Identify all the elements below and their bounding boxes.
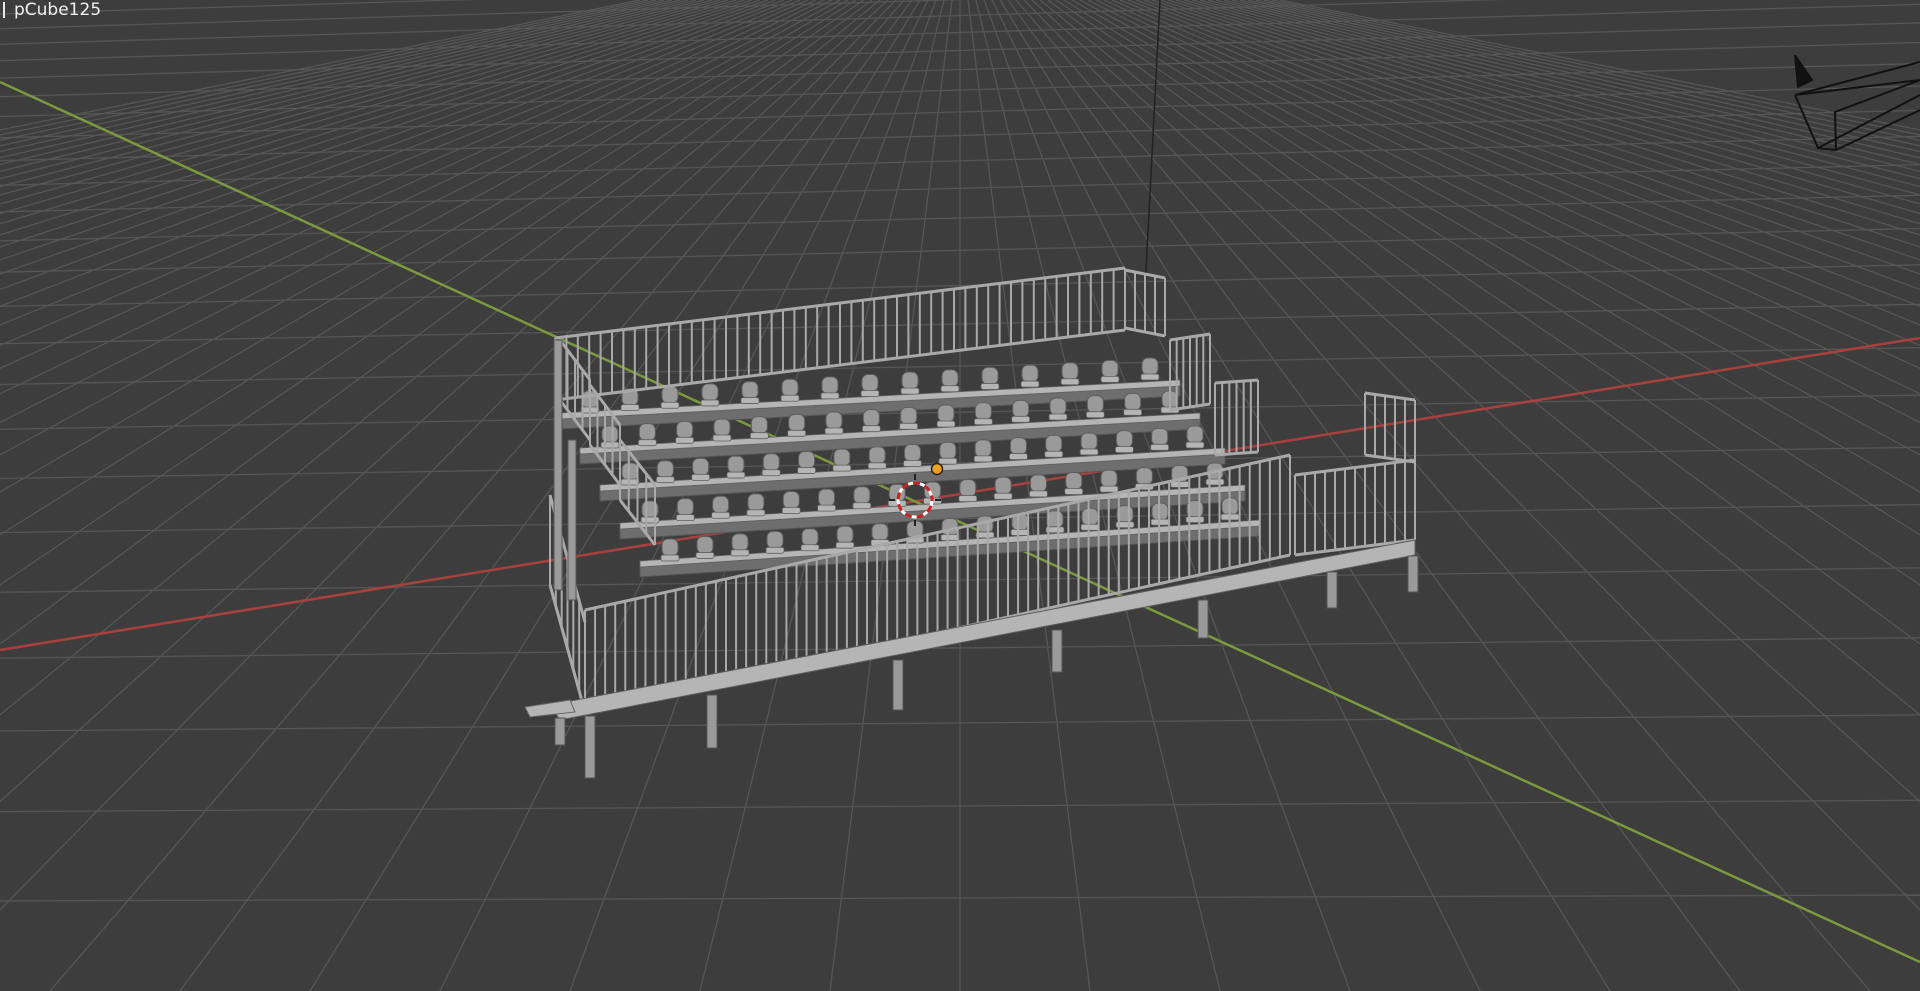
grid-line [0, 0, 705, 180]
grid-line [0, 0, 833, 424]
seat [692, 457, 710, 476]
seat [781, 378, 799, 397]
grid-line [1199, 0, 1920, 196]
grid-line [0, 0, 857, 536]
railing [1169, 332, 1211, 412]
seat [901, 371, 919, 390]
seat [853, 486, 871, 505]
seat [825, 411, 843, 430]
seat [1151, 427, 1169, 446]
seat [1012, 399, 1030, 418]
seat [676, 498, 694, 517]
seat [1186, 425, 1204, 444]
seat [937, 404, 955, 423]
seat [788, 413, 806, 432]
seat [862, 409, 880, 428]
seat [1101, 359, 1119, 378]
grid-line [1175, 0, 1920, 225]
grid-line [0, 0, 641, 131]
seat [801, 528, 819, 547]
seat [1100, 469, 1118, 488]
railing [1124, 268, 1166, 338]
seat [747, 493, 765, 512]
seat [818, 488, 836, 507]
label-divider [3, 2, 5, 18]
support-leg [1051, 629, 1063, 673]
seat [939, 441, 957, 460]
support-leg [1326, 571, 1338, 609]
seat [762, 453, 780, 472]
3d-viewport[interactable] [0, 0, 1920, 991]
seat [727, 455, 745, 474]
grid-line [0, 0, 849, 493]
seat [1065, 472, 1083, 490]
support-leg [706, 694, 718, 749]
support-leg [1197, 599, 1209, 639]
seat [1021, 364, 1039, 383]
grid-line [0, 0, 681, 159]
support-leg [1407, 555, 1419, 593]
grid-line [0, 0, 841, 456]
grid-line [179, 0, 913, 991]
grid-line [1151, 0, 1920, 261]
railing [1214, 378, 1259, 457]
grid-line [1215, 0, 1920, 180]
seat [782, 491, 800, 509]
seat [861, 374, 879, 392]
seat [713, 418, 731, 437]
seat [638, 423, 656, 442]
seat [1046, 510, 1064, 529]
support-post [567, 439, 577, 601]
seat [941, 369, 959, 388]
seat [836, 525, 854, 544]
seat [959, 479, 977, 498]
seat [1086, 395, 1104, 414]
seat [994, 476, 1012, 495]
seat [904, 444, 921, 462]
seat [712, 495, 730, 514]
active-object-name: pCube125 [14, 0, 102, 20]
seat [731, 533, 749, 552]
seat [661, 385, 679, 404]
seat [900, 406, 918, 425]
seat [766, 530, 784, 549]
seat [701, 383, 719, 402]
support-leg [554, 717, 566, 746]
seat [871, 523, 889, 542]
seat [868, 446, 886, 465]
seat [833, 448, 851, 467]
seat [1115, 430, 1133, 449]
seat [974, 439, 992, 458]
seat [981, 366, 999, 385]
grid-line [0, 0, 689, 166]
seat [1049, 397, 1067, 416]
seat [1135, 467, 1153, 486]
grid-line [0, 0, 865, 586]
seat [798, 450, 816, 469]
seat [621, 462, 639, 481]
seat [1045, 434, 1063, 453]
object-origin-icon[interactable] [930, 462, 944, 476]
seat [1081, 507, 1099, 526]
support-leg [892, 659, 904, 711]
seat [1061, 362, 1079, 381]
seat [1124, 392, 1142, 411]
seat [821, 376, 839, 395]
seat [656, 460, 674, 479]
seat [1009, 437, 1027, 456]
support-leg [584, 715, 596, 779]
active-object-label: pCube125 [0, 0, 105, 20]
seat [974, 402, 992, 421]
seat [741, 381, 759, 400]
seat [1141, 357, 1159, 376]
seat [1029, 474, 1047, 493]
seat [696, 535, 714, 554]
seat [1080, 432, 1098, 451]
seat [676, 420, 694, 439]
seat [750, 416, 768, 435]
support-post [553, 339, 563, 591]
grandstand-model[interactable] [524, 266, 1419, 779]
seat [661, 538, 679, 557]
